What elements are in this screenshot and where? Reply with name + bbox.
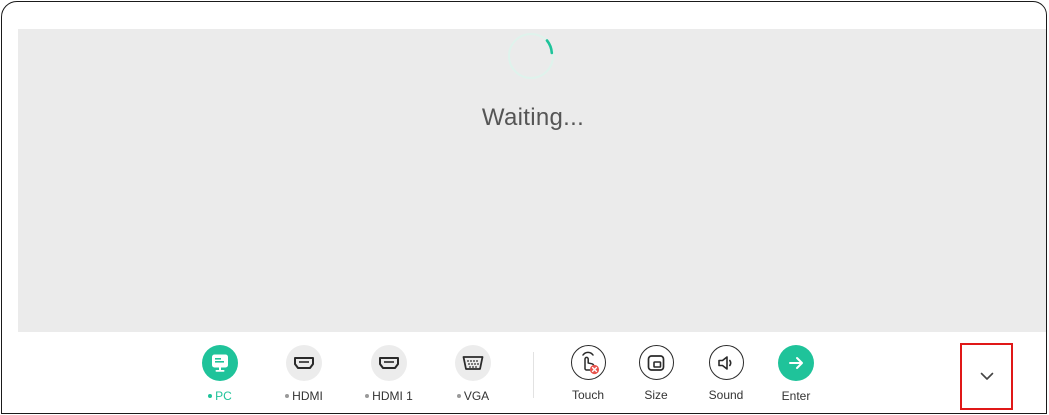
selected-dot [208, 393, 213, 398]
touch-disabled-icon [570, 345, 606, 380]
speaker-icon [708, 345, 744, 380]
loading-spinner-icon [508, 33, 554, 79]
source-vga-label: VGA [433, 389, 513, 403]
arrow-right-icon [778, 345, 814, 381]
unselected-dot [456, 393, 461, 398]
source-preview-area: Waiting... [18, 29, 1046, 332]
sound-button[interactable]: Sound [686, 345, 766, 402]
hdmi-port-icon [371, 345, 407, 381]
source-hdmi1-label: HDMI 1 [349, 389, 429, 403]
source-window: Waiting... PC HDMI HDMI 1 VGA Touch Size… [1, 1, 1047, 414]
sound-label: Sound [708, 388, 744, 402]
source-hdmi-button[interactable]: HDMI [264, 345, 344, 403]
monitor-icon [202, 345, 238, 381]
unselected-dot [365, 393, 370, 398]
chevron-down-icon [980, 372, 993, 380]
enter-button[interactable]: Enter [756, 345, 836, 403]
vga-port-icon [455, 345, 491, 381]
source-vga-button[interactable]: VGA [433, 345, 513, 403]
screen-size-icon [638, 345, 674, 380]
source-pc-button[interactable]: PC [180, 345, 260, 403]
source-pc-label: PC [180, 389, 260, 403]
size-button[interactable]: Size [616, 345, 696, 402]
enter-label: Enter [781, 389, 811, 403]
size-label: Size [644, 388, 668, 402]
waiting-status-text: Waiting... [481, 104, 585, 131]
source-hdmi1-button[interactable]: HDMI 1 [349, 345, 429, 403]
toolbar-divider [533, 352, 534, 398]
source-hdmi-label: HDMI [264, 389, 344, 403]
collapse-toolbar-button[interactable] [960, 343, 1013, 410]
unselected-dot [285, 393, 290, 398]
hdmi-port-icon [286, 345, 322, 381]
bottom-toolbar: PC HDMI HDMI 1 VGA Touch Size Sound Ente… [2, 332, 1046, 413]
